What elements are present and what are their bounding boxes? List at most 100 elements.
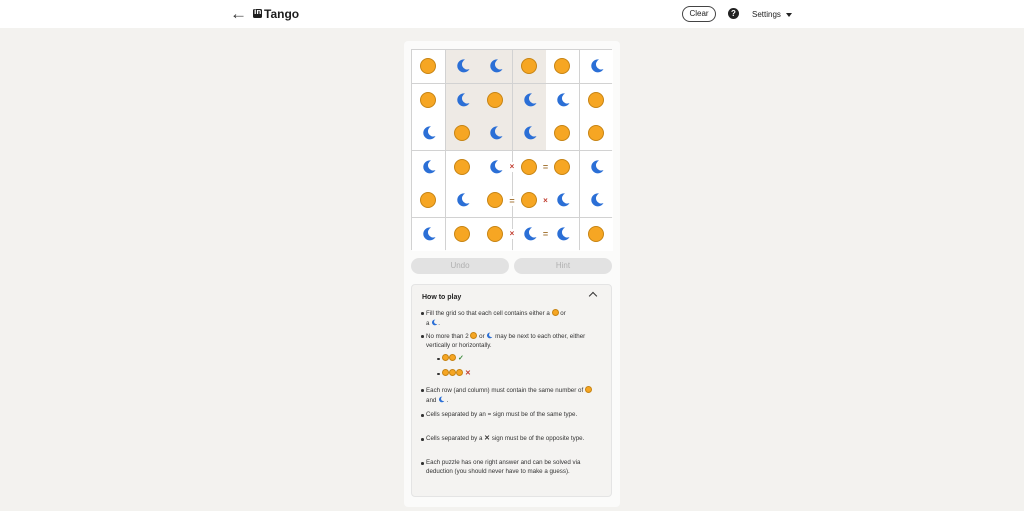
board-cell[interactable]: [479, 50, 512, 83]
moon-icon: [557, 193, 570, 207]
moon-icon: [423, 126, 436, 140]
board-cell[interactable]: [546, 50, 579, 83]
hint-button[interactable]: Hint: [514, 258, 612, 274]
board-cell[interactable]: [546, 117, 579, 150]
moon-icon: [590, 159, 603, 173]
board-cell[interactable]: [546, 184, 579, 217]
chevron-down-icon[interactable]: [786, 13, 792, 17]
rule-adjacent: No more than 2 or may be next to each ot…: [421, 332, 602, 350]
rule-fill-grid: Fill the grid so that each cell contains…: [421, 309, 602, 328]
sun-icon: [456, 369, 463, 376]
chevron-up-icon[interactable]: [588, 291, 598, 301]
rule-one-answer: Each puzzle has one right answer and can…: [421, 459, 602, 476]
board-cell[interactable]: [445, 150, 479, 184]
how-to-play-section: How to play Fill the grid so that each c…: [411, 284, 612, 497]
sun-icon: [587, 125, 604, 141]
question-circle-icon[interactable]: ?: [728, 8, 739, 19]
moon-icon: [456, 59, 469, 73]
rule-text: Cells separated by an = sign must be of …: [426, 411, 578, 418]
moon-icon: [456, 92, 469, 106]
board-cell[interactable]: [546, 83, 579, 117]
rule-text: sign must be of the opposite type.: [491, 435, 585, 442]
board-cell[interactable]: [579, 150, 613, 184]
rule-text: or: [560, 310, 566, 317]
board-cell[interactable]: [445, 50, 479, 83]
moon-icon: [490, 126, 503, 140]
sun-icon: [420, 91, 436, 108]
rule-text: Each row (and column) must contain the s…: [426, 387, 584, 394]
board-cell[interactable]: [579, 83, 613, 117]
sun-icon: [520, 158, 537, 175]
board-cell[interactable]: [445, 184, 479, 217]
sun-icon: [554, 158, 570, 175]
board-cell[interactable]: [445, 117, 479, 150]
rule-text: and: [426, 396, 437, 404]
board-cell[interactable]: [412, 50, 445, 83]
board-cell[interactable]: [412, 83, 445, 117]
moon-icon: [590, 59, 603, 73]
moon-icon: [523, 92, 536, 106]
how-to-play-title: How to play: [422, 294, 462, 301]
cross-icon: ✕: [484, 435, 491, 442]
rule-text: a: [426, 319, 430, 327]
board-cell[interactable]: [546, 150, 579, 184]
board-cell[interactable]: [412, 117, 445, 150]
board-cell[interactable]: [412, 184, 445, 217]
sun-icon: [487, 225, 503, 242]
rule-equal-sign: Cells separated by an = sign must be of …: [421, 411, 602, 420]
moon-icon: [487, 332, 493, 339]
moon-icon: [423, 226, 436, 240]
sun-icon: [420, 192, 436, 208]
undo-button[interactable]: Undo: [411, 258, 509, 274]
sun-icon: [587, 91, 604, 108]
moon-icon: [439, 396, 445, 402]
rule-text: .: [438, 319, 440, 327]
board-cell[interactable]: [412, 150, 445, 184]
sun-icon: [442, 369, 449, 376]
board-cell[interactable]: [512, 117, 546, 150]
settings-menu[interactable]: Settings: [752, 10, 781, 19]
cross-icon: ✕: [465, 370, 471, 377]
rule-cross-sign: Cells separated by a ✕ sign must be of t…: [421, 435, 602, 444]
board-cell[interactable]: [412, 217, 445, 251]
example-valid: ✓: [437, 354, 464, 363]
board-cell[interactable]: [512, 50, 546, 83]
board-cell[interactable]: [579, 217, 613, 251]
moon-icon: [423, 159, 436, 173]
board-cell[interactable]: [512, 83, 546, 117]
example-invalid: ✕: [437, 369, 471, 378]
board-cell[interactable]: [445, 217, 479, 251]
arrow-left-icon[interactable]: ←: [230, 5, 247, 22]
moon-icon: [490, 159, 503, 173]
cross-sign: ×: [540, 195, 551, 206]
board-cell[interactable]: [579, 184, 613, 217]
board-cell[interactable]: [445, 83, 479, 117]
board-cell[interactable]: [546, 217, 579, 251]
rule-balance: Each row (and column) must contain the s…: [421, 386, 602, 405]
board-cell[interactable]: [579, 50, 613, 83]
sun-icon: [453, 158, 470, 175]
tango-board: [411, 49, 613, 251]
sun-icon: [449, 369, 456, 376]
sun-icon: [554, 125, 570, 141]
moon-icon: [590, 193, 603, 207]
moon-icon: [523, 126, 536, 140]
board-cell[interactable]: [479, 117, 512, 150]
equal-sign: =: [540, 162, 551, 172]
equal-sign: =: [540, 229, 551, 239]
sun-icon: [442, 354, 449, 361]
equal-sign: =: [507, 195, 517, 206]
sun-icon: [453, 125, 470, 141]
clear-button[interactable]: Clear: [682, 6, 716, 22]
top-bar: ← Tango Clear ? Settings: [0, 0, 1024, 28]
sun-icon: [453, 225, 470, 242]
checkmark-icon: ✓: [458, 355, 464, 362]
board-cell[interactable]: [479, 83, 512, 117]
sun-icon: [487, 91, 503, 108]
moon-icon: [456, 193, 469, 207]
sun-icon: [551, 309, 559, 316]
linkedin-logo-icon: [253, 8, 262, 18]
moon-icon: [557, 92, 570, 106]
sun-icon: [587, 225, 604, 242]
board-cell[interactable]: [579, 117, 613, 150]
